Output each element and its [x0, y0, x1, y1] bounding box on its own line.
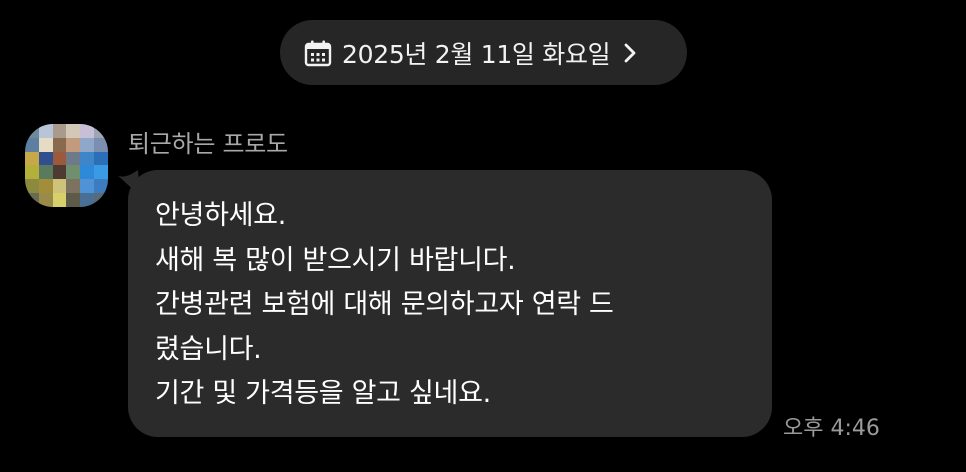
date-header-pill[interactable]: 2025년 2월 11일 화요일: [280, 20, 687, 85]
avatar-pixel: [38, 124, 53, 138]
avatar-pixel: [25, 193, 39, 207]
avatar-pixel: [38, 179, 53, 194]
avatar-pixel: [25, 179, 39, 194]
avatar-pixel: [52, 124, 67, 138]
avatar-pixel: [94, 179, 108, 194]
avatar-pixel: [80, 193, 95, 207]
avatar-pixel: [66, 165, 81, 180]
avatar-pixel: [38, 137, 53, 152]
date-label: 2025년 2월 11일 화요일: [342, 39, 611, 69]
message-line: 렸습니다.: [155, 333, 262, 365]
message-line: 기간 및 가격등을 알고 싶네요.: [155, 378, 491, 409]
avatar-pixel: [66, 137, 81, 152]
avatar-pixel: [25, 124, 39, 138]
avatar-pixel: [66, 193, 81, 207]
avatar-pixel: [25, 137, 39, 152]
sender-name: 퇴근하는 프로도: [128, 130, 288, 158]
avatar-pixel: [52, 193, 67, 207]
avatar-pixel: [52, 137, 67, 152]
avatar-pixel: [80, 137, 95, 152]
avatar-pixel: [94, 165, 108, 180]
avatar-pixel: [38, 151, 53, 166]
avatar-pixel: [38, 193, 53, 207]
avatar-pixel: [38, 165, 53, 180]
avatar-pixel: [80, 124, 95, 138]
avatar-pixel: [94, 151, 108, 166]
message-bubble[interactable]: 안녕하세요. 새해 복 많이 받으시기 바랍니다. 간병관련 보험에 대해 문의…: [128, 170, 772, 437]
avatar-pixel: [80, 179, 95, 194]
message-line: 안녕하세요.: [155, 200, 286, 231]
calendar-icon: [304, 40, 332, 66]
avatar-pixel: [94, 124, 108, 138]
message-line: 새해 복 많이 받으시기 바랍니다.: [155, 244, 516, 276]
avatar-pixel: [94, 193, 108, 207]
avatar-pixel: [25, 151, 39, 166]
message-line: 간병관련 보험에 대해 문의하고자 연락 드: [155, 289, 614, 320]
avatar[interactable]: [25, 124, 108, 207]
message-timestamp: 오후 4:46: [783, 416, 880, 441]
chevron-right-icon: [624, 43, 636, 62]
avatar-pixel: [66, 151, 81, 166]
avatar-pixel: [52, 165, 67, 180]
avatar-pixel: [66, 124, 81, 138]
avatar-pixel: [94, 137, 108, 152]
avatar-pixel: [80, 165, 95, 180]
avatar-pixel: [52, 179, 67, 194]
avatar-pixel: [80, 151, 95, 166]
avatar-pixel: [52, 151, 67, 166]
avatar-pixel: [25, 165, 39, 180]
avatar-pixel: [66, 179, 81, 194]
